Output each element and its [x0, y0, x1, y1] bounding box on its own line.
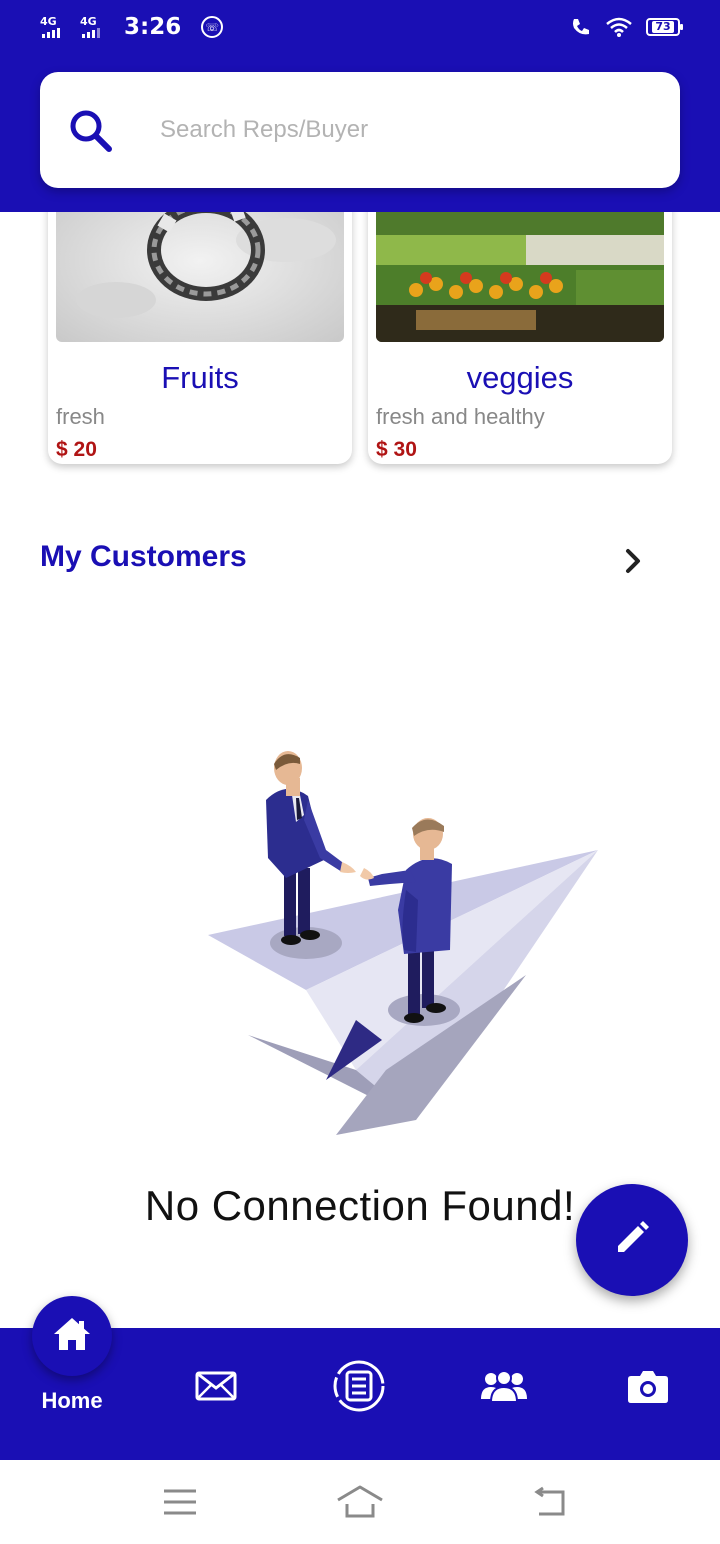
- menu-icon[interactable]: [155, 1480, 205, 1524]
- status-bar: 4G 4G 3:26 ☏ 73: [0, 0, 720, 56]
- system-home-icon[interactable]: [335, 1480, 385, 1524]
- product-card[interactable]: veggies fresh and healthy $ 30: [368, 180, 672, 464]
- handshake-illustration: [196, 740, 616, 1150]
- people-icon: [479, 1369, 529, 1407]
- product-title: Fruits: [161, 360, 239, 395]
- nav-messages-button[interactable]: [188, 1360, 244, 1416]
- search-bar[interactable]: [40, 72, 680, 188]
- home-icon: [52, 1316, 92, 1356]
- search-input[interactable]: [160, 108, 660, 152]
- battery-icon: 73: [646, 18, 683, 36]
- back-icon[interactable]: [524, 1480, 574, 1524]
- product-description: fresh: [56, 404, 105, 429]
- camera-icon: [627, 1368, 669, 1408]
- edit-fab-button[interactable]: [576, 1184, 688, 1296]
- chevron-right-icon[interactable]: [616, 544, 650, 578]
- mail-icon: [195, 1371, 237, 1405]
- nav-customers-button[interactable]: [476, 1360, 532, 1416]
- pencil-icon: [612, 1218, 652, 1262]
- app-screen: 4G 4G 3:26 ☏ 73 Search Reps/Buyer Fruits…: [0, 0, 720, 1544]
- list-icon: [332, 1359, 386, 1417]
- signal-icon: 4G: [40, 14, 72, 40]
- product-price: $ 30: [376, 438, 417, 461]
- clock: 3:26: [124, 14, 182, 40]
- nav-camera-button[interactable]: [620, 1360, 676, 1416]
- product-description: fresh and healthy: [376, 404, 545, 429]
- product-price: $ 20: [56, 438, 97, 461]
- nav-home-label[interactable]: Home: [16, 1388, 128, 1414]
- wifi-icon: [606, 16, 632, 38]
- nav-orders-button[interactable]: [331, 1360, 387, 1416]
- product-card[interactable]: Fruits fresh $ 20: [48, 180, 352, 464]
- section-title-my-customers: My Customers: [40, 540, 247, 573]
- product-title: veggies: [466, 360, 574, 395]
- wifi-calling-icon: [570, 16, 592, 38]
- signal-icon: 4G: [80, 14, 112, 40]
- status-left: 4G 4G 3:26 ☏: [40, 14, 224, 40]
- nav-home-button[interactable]: [32, 1296, 112, 1376]
- status-right: 73: [570, 16, 683, 38]
- app-header: 4G 4G 3:26 ☏ 73: [0, 0, 720, 212]
- system-navigation-bar: [0, 1460, 720, 1544]
- whatsapp-icon: ☏: [201, 16, 224, 38]
- search-icon[interactable]: [66, 106, 114, 154]
